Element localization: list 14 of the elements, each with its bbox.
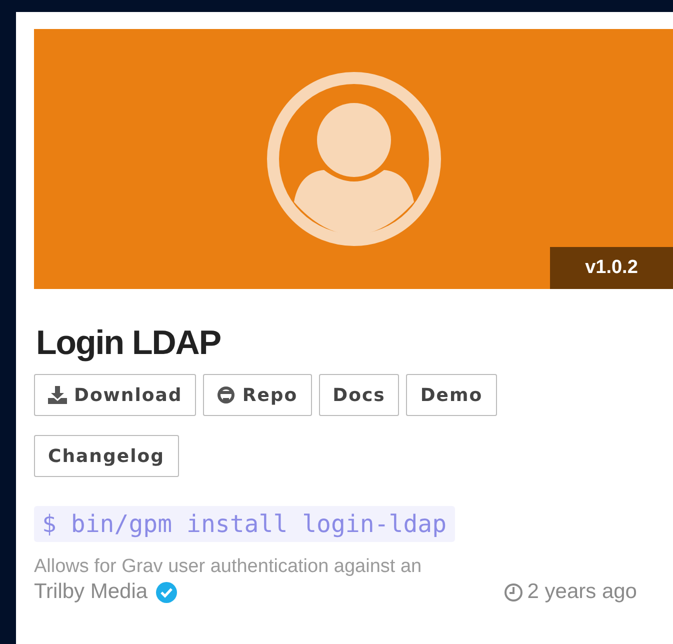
- version-badge: v1.0.2: [550, 247, 673, 289]
- link-button[interactable]: Docs: [318, 374, 400, 416]
- author-name: Trilby Media: [34, 580, 148, 604]
- install-command: $ bin/gpm install login-ldap: [34, 506, 455, 542]
- clock-icon: [504, 582, 524, 602]
- download-icon: [48, 386, 67, 404]
- user-icon: [266, 71, 442, 247]
- link-button[interactable]: Changelog: [34, 435, 178, 477]
- updated-time: 2 years ago: [527, 580, 637, 604]
- plugin-title: Login LDAP: [36, 323, 222, 363]
- plugin-description: Allows for Grav user authentication against an: [34, 556, 423, 578]
- download-button[interactable]: Download: [34, 374, 196, 416]
- repo-button[interactable]: Repo: [203, 374, 312, 416]
- link-button[interactable]: Demo: [406, 374, 497, 416]
